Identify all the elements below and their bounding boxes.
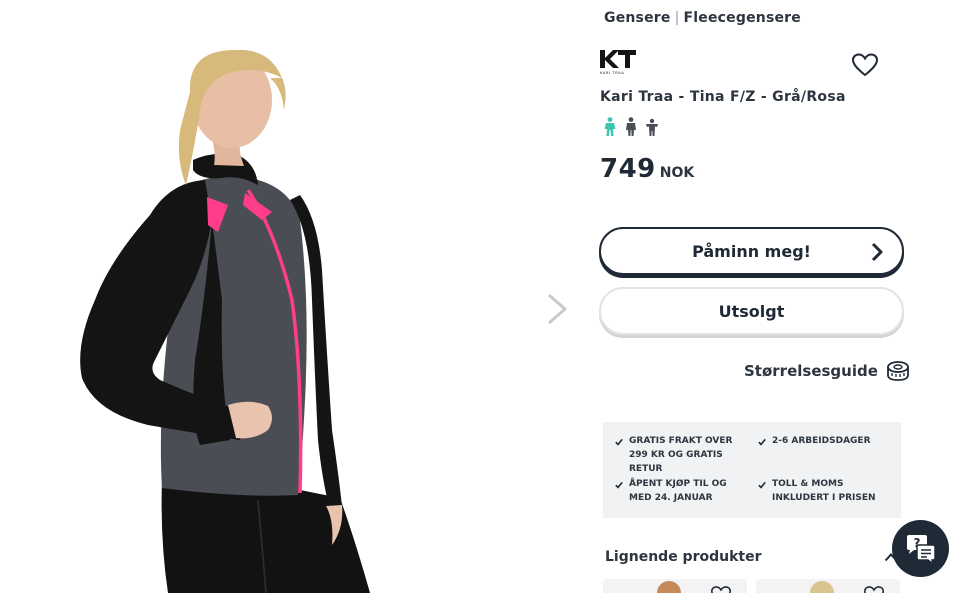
sold-out-button[interactable]: Utsolgt [599, 287, 904, 335]
usp-text: ÅPENT KJØP TIL OG MED 24. JANUAR [629, 479, 727, 503]
sold-out-label: Utsolgt [718, 301, 785, 321]
breadcrumb: Gensere | Fleecegensere [604, 10, 801, 26]
female-icon [604, 117, 616, 136]
check-icon [615, 438, 623, 446]
next-image-arrow-icon[interactable] [544, 292, 570, 326]
product-image[interactable] [0, 0, 540, 593]
check-icon [615, 481, 623, 489]
wishlist-heart-icon[interactable] [851, 52, 879, 78]
chevron-right-icon [871, 242, 883, 262]
usp-item: GRATIS FRAKT OVER 299 KR OG GRATIS RETUR [615, 434, 740, 476]
usp-box: GRATIS FRAKT OVER 299 KR OG GRATIS RETUR… [603, 422, 901, 518]
gender-indicators [602, 117, 660, 137]
kari-traa-logo[interactable]: KARI TRAA [598, 46, 638, 76]
similar-product-thumbnail [810, 581, 834, 593]
price-currency: NOK [659, 165, 695, 181]
child-icon [646, 118, 658, 136]
usp-text: 2-6 ARBEIDSDAGER [772, 436, 871, 446]
usp-item: ÅPENT KJØP TIL OG MED 24. JANUAR [615, 477, 740, 505]
size-guide-label: Størrelsesguide [744, 362, 878, 380]
remind-me-button[interactable]: Påminn meg! [599, 227, 904, 275]
product-title: Kari Traa - Tina F/Z - Grå/Rosa [600, 89, 846, 105]
chat-button[interactable]: ? [892, 520, 949, 577]
measuring-tape-icon [886, 361, 909, 381]
check-icon [758, 481, 766, 489]
usp-item: TOLL & MOMS INKLUDERT I PRISEN [758, 477, 888, 505]
usp-text: GRATIS FRAKT OVER 299 KR OG GRATIS RETUR [629, 436, 733, 474]
size-guide-link[interactable]: Størrelsesguide [744, 360, 910, 382]
similar-product-card[interactable] [756, 579, 900, 593]
similar-product-thumbnail [657, 581, 681, 593]
chat-icon: ? [906, 534, 936, 565]
price-amount: 749 [600, 154, 656, 184]
similar-products-title: Lignende produkter [605, 549, 762, 565]
breadcrumb-separator: | [674, 10, 680, 26]
wishlist-heart-icon[interactable] [862, 585, 886, 593]
breadcrumb-item-fleecegensere[interactable]: Fleecegensere [684, 10, 801, 26]
price: 749 NOK [600, 154, 694, 184]
product-info-panel: Gensere | Fleecegensere KARI TRAA Kari Tra… [598, 0, 910, 593]
similar-product-card[interactable] [603, 579, 747, 593]
product-gallery [0, 0, 575, 593]
wishlist-heart-icon[interactable] [709, 585, 733, 593]
usp-item: 2-6 ARBEIDSDAGER [758, 434, 888, 448]
remind-me-label: Påminn meg! [692, 241, 811, 261]
male-icon [626, 117, 636, 136]
usp-text: TOLL & MOMS INKLUDERT I PRISEN [772, 479, 876, 503]
svg-text:KARI TRAA: KARI TRAA [600, 71, 624, 75]
check-icon [758, 438, 766, 446]
breadcrumb-item-gensere[interactable]: Gensere [604, 10, 671, 26]
